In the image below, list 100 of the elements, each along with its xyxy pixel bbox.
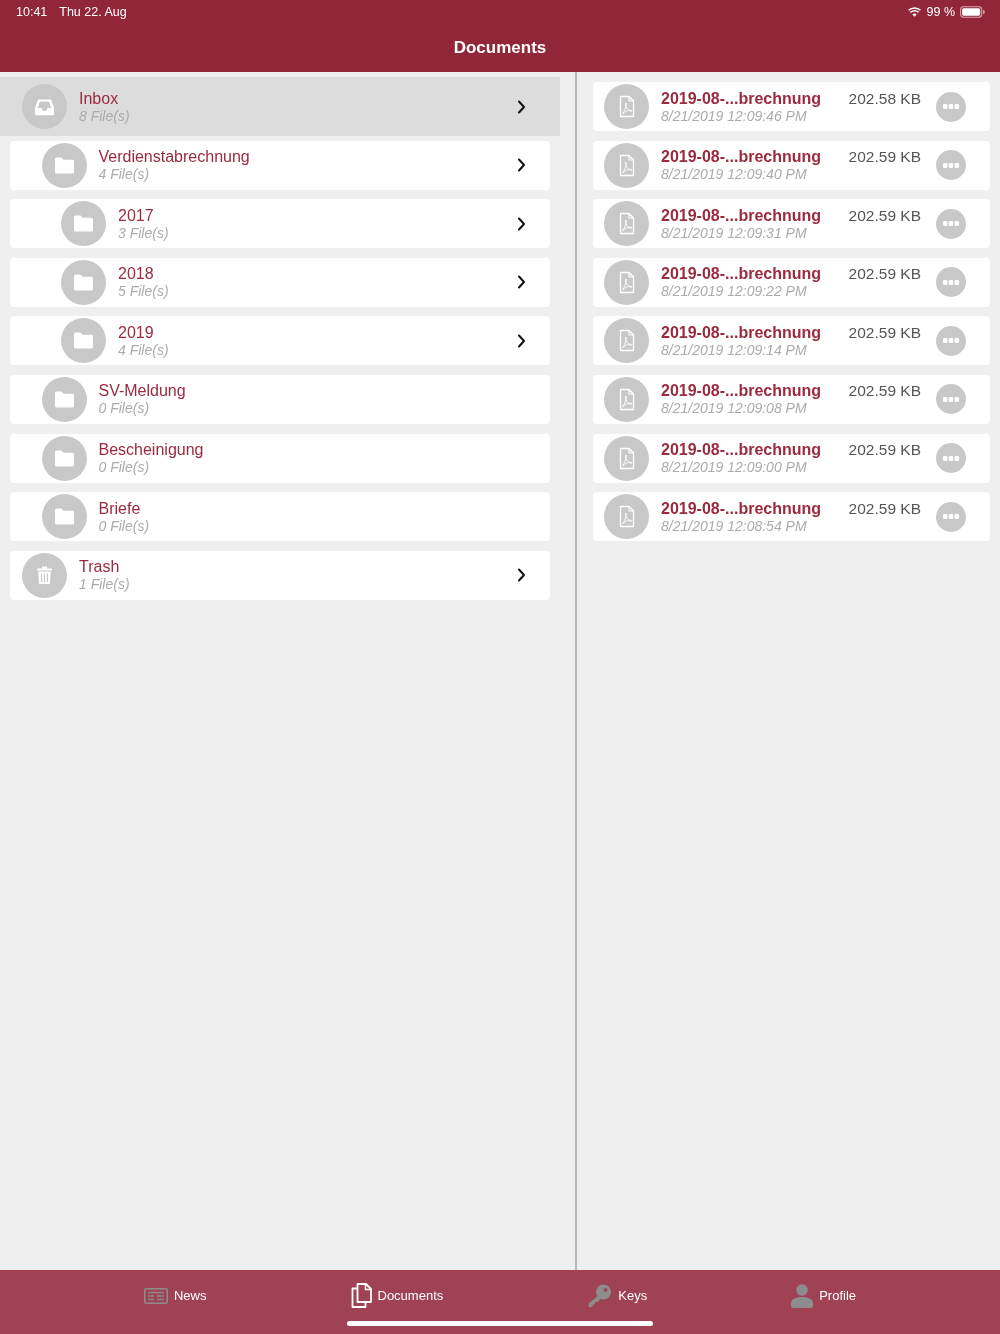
more-button[interactable] [936,384,966,415]
file-size: 202.59 KB [848,498,921,518]
folder-name: Inbox [79,88,120,108]
status-time: 10:41 [16,5,48,19]
file-row[interactable]: 2019-08-...brechnung 202.59 KB 8/21/2019 12:09:31 PM [593,199,990,249]
folder-row[interactable]: Bescheinigung 0 File(s) [10,433,550,483]
file-row[interactable]: 2019-08-...brechnung 202.59 KB 8/21/2019 12:09:08 PM [593,374,990,424]
folder-name: Bescheinigung [98,440,205,460]
file-date: 8/21/2019 12:09:08 PM [661,400,808,418]
battery-icon [960,6,985,18]
newspaper-icon [144,1287,168,1304]
pdf-file-icon [604,494,649,540]
file-date: 8/21/2019 12:09:46 PM [661,107,808,125]
more-button[interactable] [936,325,966,356]
ellipsis-icon [943,104,959,109]
ellipsis-icon [943,396,959,402]
folder-icon [61,259,106,305]
file-count: 1 File(s) [79,576,131,594]
file-name: 2019-08-...brechnung [661,440,822,460]
file-date: 8/21/2019 12:09:22 PM [661,283,808,301]
file-size: 202.59 KB [848,322,921,342]
file-count: 3 File(s) [118,224,170,242]
file-date: 8/21/2019 12:09:31 PM [661,224,808,242]
folder-row[interactable]: Trash 1 File(s) [10,550,550,600]
pdf-file-icon [604,259,649,305]
more-button[interactable] [936,91,966,122]
file-name: 2019-08-...brechnung [661,498,822,518]
file-row[interactable]: 2019-08-...brechnung 202.59 KB 8/21/2019 12:08:54 PM [593,492,990,542]
wifi-icon [907,7,921,17]
tab-button[interactable]: News [144,1283,207,1308]
pdf-file-icon [604,318,649,364]
folder-row[interactable]: 2018 5 File(s) [10,257,550,307]
folder-name: Verdienstabrechnung [98,147,251,167]
file-size: 202.58 KB [848,88,921,108]
pdf-file-icon [604,142,649,188]
folder-name: Briefe [98,498,142,518]
file-count: 0 File(s) [98,459,151,477]
folder-icon [41,376,87,422]
ellipsis-icon [943,221,959,227]
file-name: 2019-08-...brechnung [661,205,822,225]
file-size: 202.59 KB [848,147,921,167]
file-date: 8/21/2019 12:09:40 PM [661,166,808,184]
documents-icon [350,1283,372,1308]
more-button[interactable] [936,443,966,474]
ellipsis-icon [943,455,959,461]
trash-icon [22,552,67,598]
inbox-tray-icon [22,84,67,129]
file-name: 2019-08-...brechnung [661,147,822,167]
file-row[interactable]: 2019-08-...brechnung 202.59 KB 8/21/2019 12:09:40 PM [593,140,990,190]
file-name: 2019-08-...brechnung [661,88,822,108]
folder-name: 2018 [118,264,155,284]
more-button[interactable] [936,208,966,239]
folder-row[interactable]: 2019 4 File(s) [10,316,550,366]
person-icon [791,1283,814,1308]
file-count: 5 File(s) [118,283,170,301]
folder-name: 2019 [118,322,155,342]
folder-row[interactable]: Briefe 0 File(s) [10,492,550,542]
status-date: Thu 22. Aug [59,5,127,19]
file-count: 4 File(s) [98,166,151,184]
file-row[interactable]: 2019-08-...brechnung 202.59 KB 8/21/2019 12:09:14 PM [593,316,990,366]
ellipsis-icon [943,514,959,520]
file-row[interactable]: 2019-08-...brechnung 202.58 KB 8/21/2019 12:09:46 PM [593,82,990,131]
file-row[interactable]: 2019-08-...brechnung 202.59 KB 8/21/2019 12:09:00 PM [593,433,990,483]
ellipsis-icon [943,279,959,285]
file-size: 202.59 KB [848,440,921,460]
tab-button[interactable]: Keys [587,1283,648,1308]
more-button[interactable] [936,150,966,181]
ellipsis-icon [943,162,959,168]
file-name: 2019-08-...brechnung [661,381,822,401]
battery-percent: 99 % [926,5,955,19]
file-count: 0 File(s) [98,517,151,535]
pdf-file-icon [604,435,649,481]
pdf-file-icon [604,84,649,129]
tab-button[interactable]: Documents [350,1283,444,1308]
file-count: 4 File(s) [118,341,170,359]
file-date: 8/21/2019 12:09:00 PM [661,459,808,477]
folder-name: Trash [79,557,121,577]
folder-name: 2017 [118,205,155,225]
folder-name: SV-Meldung [98,381,187,401]
ellipsis-icon [943,338,959,344]
file-name: 2019-08-...brechnung [661,264,822,284]
file-size: 202.59 KB [848,264,921,284]
folder-icon [41,142,87,188]
folder-row[interactable]: Verdienstabrechnung 4 File(s) [10,140,550,190]
folder-icon [41,435,87,481]
file-name: 2019-08-...brechnung [661,322,822,342]
more-button[interactable] [936,501,966,532]
folder-row[interactable]: 2017 3 File(s) [10,199,550,249]
folder-icon [41,494,87,540]
key-icon [587,1283,613,1308]
file-date: 8/21/2019 12:09:14 PM [661,341,808,359]
pdf-file-icon [604,201,649,247]
tab-button[interactable]: Profile [791,1283,856,1308]
file-count: 0 File(s) [98,400,151,418]
file-size: 202.59 KB [848,381,921,401]
folder-row[interactable]: SV-Meldung 0 File(s) [10,374,550,424]
page-title: Documents [453,38,547,58]
more-button[interactable] [936,267,966,298]
pdf-file-icon [604,376,649,422]
file-row[interactable]: 2019-08-...brechnung 202.59 KB 8/21/2019 12:09:22 PM [593,257,990,307]
